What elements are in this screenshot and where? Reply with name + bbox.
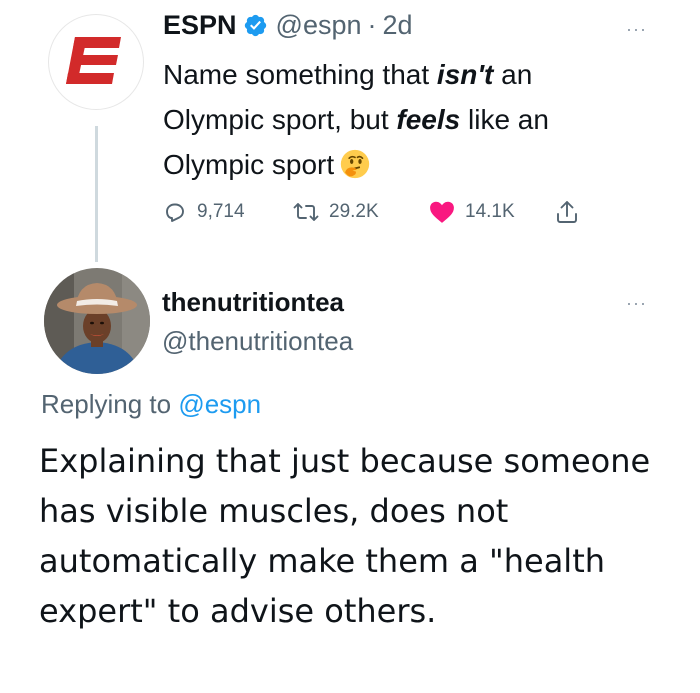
reply-button[interactable]: 9,714 bbox=[163, 200, 293, 224]
reply-icon bbox=[166, 203, 184, 222]
reply-author-avatar[interactable] bbox=[44, 268, 150, 374]
tweet-header: ESPN @espn · 2d bbox=[163, 10, 413, 41]
verified-badge-icon bbox=[244, 14, 266, 37]
retweet-count: 29.2K bbox=[329, 201, 379, 222]
thread-connector-line bbox=[95, 126, 98, 262]
tweet-timestamp[interactable]: 2d bbox=[383, 10, 413, 41]
reply-author-display-name[interactable]: thenutritiontea bbox=[162, 287, 344, 318]
thinking-face-icon bbox=[340, 149, 370, 179]
more-options-icon[interactable]: ··· bbox=[626, 20, 647, 38]
tweet-text-emphasis: feels bbox=[396, 104, 461, 135]
like-count: 14.1K bbox=[465, 201, 515, 222]
tweet-text-emphasis: isn't bbox=[436, 59, 494, 90]
reply-author-handle[interactable]: @thenutritiontea bbox=[162, 326, 353, 357]
heart-icon bbox=[430, 201, 454, 223]
reply-tweet-text: Explaining that just because someone has… bbox=[39, 442, 651, 630]
like-button[interactable]: 14.1K bbox=[429, 200, 555, 224]
espn-logo-icon bbox=[66, 37, 121, 84]
tweet-text-part: Name something that bbox=[163, 59, 437, 90]
tweet-text: Name something that isn't an Olympic spo… bbox=[163, 52, 623, 187]
author-display-name[interactable]: ESPN bbox=[163, 10, 237, 41]
replying-to-line: Replying to @espn bbox=[41, 389, 261, 420]
author-handle[interactable]: @espn bbox=[276, 10, 362, 41]
replying-to-mention-link[interactable]: @espn bbox=[178, 389, 261, 419]
tweet-actions-bar: 9,714 29.2K 14.1K bbox=[163, 196, 579, 228]
reply-more-options-icon[interactable]: ··· bbox=[626, 294, 647, 312]
replying-to-label: Replying to bbox=[41, 389, 172, 419]
share-icon bbox=[557, 201, 577, 223]
avatar-photo bbox=[44, 268, 150, 374]
reply-count: 9,714 bbox=[197, 201, 245, 222]
header-separator: · bbox=[367, 10, 377, 40]
share-button[interactable] bbox=[555, 199, 579, 225]
retweet-button[interactable]: 29.2K bbox=[293, 200, 429, 224]
espn-avatar[interactable] bbox=[48, 14, 144, 110]
retweet-icon bbox=[293, 203, 319, 221]
